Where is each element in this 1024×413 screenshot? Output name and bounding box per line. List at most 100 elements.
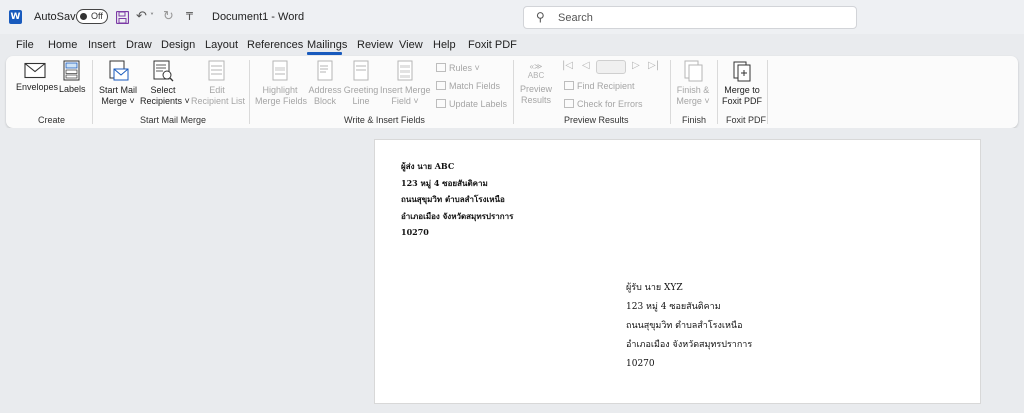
record-navigation: |◁ ◁ ▷ ▷| [562, 60, 666, 74]
highlight-merge-fields-button[interactable]: Highlight Merge Fields [255, 60, 307, 107]
search-placeholder: Search [558, 12, 593, 24]
rules-button[interactable]: Rules ˅ [436, 62, 480, 74]
insert-merge-label-1: Insert Merge [380, 85, 431, 95]
greeting-label-1: Greeting [343, 85, 379, 95]
record-number-input[interactable] [596, 60, 626, 74]
finish-label-1: Finish & [676, 85, 710, 95]
undo-icon[interactable]: ↶ [136, 8, 147, 26]
tab-mailings[interactable]: Mailings [307, 39, 347, 51]
recipient-line: อำเภอเมือง จังหวัดสมุทรปราการ [626, 340, 753, 350]
divider [717, 60, 718, 124]
previous-record-icon[interactable]: ◁ [582, 60, 590, 71]
group-foxit-label: Foxit PDF [726, 115, 767, 125]
tab-insert[interactable]: Insert [88, 39, 116, 51]
tab-home[interactable]: Home [48, 39, 77, 51]
preview-label-2: Results [520, 95, 551, 105]
merge-to-foxit-pdf-button[interactable]: Merge to Foxit PDF [721, 60, 763, 107]
envelopes-button[interactable]: Envelopes [16, 62, 58, 93]
match-fields-label: Match Fields [449, 81, 501, 91]
tab-design[interactable]: Design [161, 39, 195, 51]
first-record-icon[interactable]: |◁ [562, 60, 573, 71]
find-recipient-button[interactable]: Find Recipient [564, 80, 635, 92]
recipient-line: ถนนสุขุมวิท ตำบลสำโรงเหนือ [626, 321, 743, 331]
sender-address[interactable]: ผู้ส่ง นาย ABC 123 หมู่ 4 ซอยสันติคาม ถน… [401, 158, 513, 241]
preview-abc-icon: ABC [527, 71, 545, 80]
autosave-label: AutoSave [34, 11, 82, 23]
recipient-line: 123 หมู่ 4 ซอยสันติคาม [626, 302, 721, 312]
address-block-button[interactable]: Address Block [308, 60, 342, 107]
start-mail-merge-label-2: Merge ˅ [101, 96, 135, 106]
tab-help[interactable]: Help [433, 39, 456, 51]
divider [670, 60, 671, 124]
merge-pdf-label-1: Merge to [724, 85, 760, 95]
divider [513, 60, 514, 124]
select-recipients-icon [153, 60, 174, 82]
last-record-icon[interactable]: ▷| [648, 60, 659, 71]
labels-button[interactable]: Labels [59, 60, 86, 95]
address-block-icon [317, 60, 333, 81]
active-tab-indicator [307, 52, 342, 55]
group-preview-label: Preview Results [564, 115, 629, 125]
edit-recipient-label-1: Edit [209, 85, 225, 95]
greeting-label-2: Line [352, 96, 370, 106]
word-icon[interactable]: W [9, 10, 22, 24]
document-title: Document1 - Word [212, 11, 305, 23]
finish-merge-icon [684, 60, 703, 82]
insert-merge-label-2: Field ˅ [391, 96, 419, 106]
tab-file[interactable]: File [16, 39, 34, 51]
tab-layout[interactable]: Layout [205, 39, 238, 51]
undo-dropdown-icon[interactable]: ˅ [150, 8, 154, 26]
rules-icon [436, 63, 446, 72]
autosave-toggle[interactable]: Off [76, 9, 108, 24]
check-errors-button[interactable]: Check for Errors [564, 98, 643, 110]
save-icon[interactable] [115, 8, 130, 26]
update-labels-button[interactable]: Update Labels [436, 98, 507, 110]
select-recipients-button[interactable]: Select Recipients ˅ [140, 60, 190, 107]
greeting-line-icon [353, 60, 369, 81]
edit-recipient-list-button[interactable]: Edit Recipient List [191, 60, 245, 107]
title-bar: W AutoSave Off ↶ ˅ ↻ ₸ Document1 - Word … [0, 0, 1024, 34]
search-input[interactable]: ⚲ Search [523, 6, 857, 29]
search-icon: ⚲ [536, 10, 545, 24]
highlight-fields-icon [272, 60, 288, 81]
start-mail-merge-label-1: Start Mail [99, 85, 138, 95]
sender-line: อำเภอเมือง จังหวัดสมุทรปราการ [401, 210, 514, 221]
preview-arrows-icon: «≫ [529, 62, 543, 71]
group-finish-label: Finish [682, 115, 707, 125]
greeting-line-button[interactable]: Greeting Line [343, 60, 379, 107]
highlight-label-1: Highlight [262, 85, 298, 95]
check-errors-label: Check for Errors [577, 99, 643, 109]
tab-review[interactable]: Review [357, 39, 393, 51]
edit-list-icon [208, 60, 225, 81]
start-mail-merge-button[interactable]: Start Mail Merge ˅ [99, 60, 137, 107]
address-label-1: Address [308, 85, 342, 95]
divider [249, 60, 250, 124]
redo-icon[interactable]: ↻ [163, 8, 174, 26]
insert-merge-field-button[interactable]: Insert Merge Field ˅ [380, 60, 431, 107]
sender-line: 123 หมู่ 4 ซอยสันติคาม [401, 177, 488, 188]
customize-toolbar-icon[interactable]: ₸ [186, 8, 193, 26]
tab-references[interactable]: References [247, 39, 303, 51]
sender-line: ถนนสุขุมวิท ตำบลสำโรงเหนือ [401, 194, 505, 204]
recipient-address[interactable]: ผู้รับ นาย XYZ 123 หมู่ 4 ซอยสันติคาม ถน… [626, 279, 752, 374]
ribbon: Envelopes Labels Create Start Mail Merge… [6, 56, 1018, 128]
preview-label-1: Preview [519, 84, 552, 94]
finish-merge-button[interactable]: Finish & Merge ˅ [674, 60, 712, 107]
tab-draw[interactable]: Draw [126, 39, 152, 51]
merge-pdf-icon [733, 61, 751, 82]
group-start-mail-merge-label: Start Mail Merge [140, 115, 207, 125]
envelope-icon [24, 62, 46, 79]
tab-view[interactable]: View [399, 39, 423, 51]
select-recipients-label-1: Select [150, 85, 176, 95]
merge-pdf-label-2: Foxit PDF [721, 96, 762, 106]
match-fields-button[interactable]: Match Fields [436, 80, 500, 92]
finish-label-2: Merge ˅ [676, 96, 710, 106]
autosave-state: Off [91, 11, 103, 21]
next-record-icon[interactable]: ▷ [632, 60, 640, 71]
divider [92, 60, 93, 124]
match-fields-icon [436, 81, 446, 90]
preview-results-button[interactable]: «≫ ABC Preview Results [518, 62, 554, 106]
sender-line: 10270 [401, 227, 429, 237]
tab-foxit-pdf[interactable]: Foxit PDF [468, 39, 517, 51]
update-labels-icon [436, 99, 446, 108]
